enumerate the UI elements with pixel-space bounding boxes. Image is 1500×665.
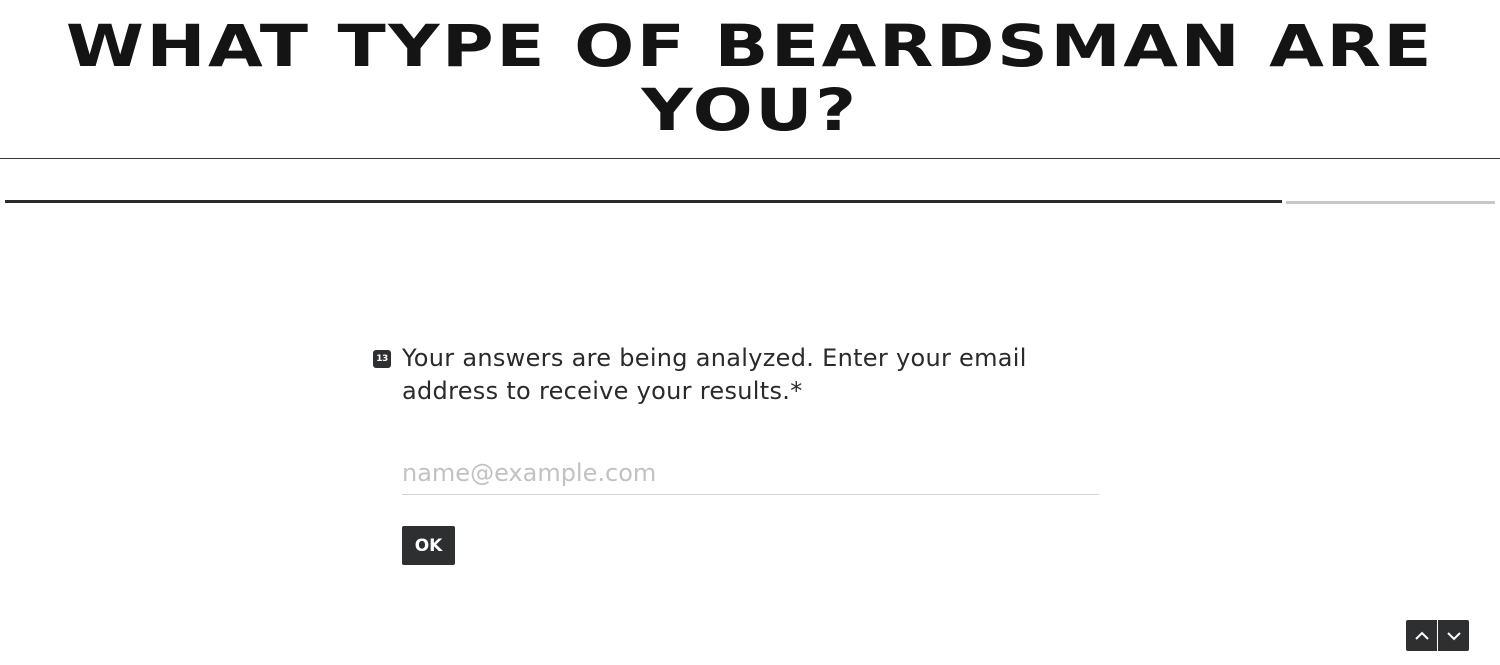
question-navigation xyxy=(1406,620,1469,651)
question-number-badge: 13 xyxy=(373,350,391,368)
page-title: WHAT TYPE OF BEARDSMAN ARE YOU? xyxy=(65,12,1435,144)
chevron-down-icon xyxy=(1446,631,1461,640)
progress-bar-fill xyxy=(5,200,1282,203)
progress-bar xyxy=(5,200,1495,204)
ok-button[interactable]: OK xyxy=(402,526,455,565)
title-divider xyxy=(0,158,1500,159)
previous-question-button[interactable] xyxy=(1406,620,1437,651)
email-field[interactable] xyxy=(402,451,1099,495)
chevron-up-icon xyxy=(1414,631,1429,640)
question-text: Your answers are being analyzed. Enter y… xyxy=(402,344,1027,405)
progress-bar-remaining xyxy=(1286,201,1495,204)
next-question-button[interactable] xyxy=(1438,620,1469,651)
